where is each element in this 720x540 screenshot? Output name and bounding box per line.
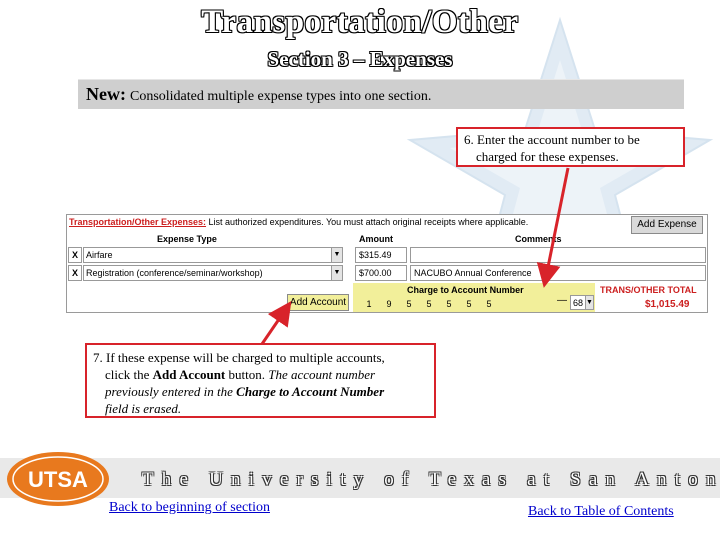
add-account-button[interactable]: Add Account (287, 294, 349, 311)
amount-input[interactable]: $700.00 (355, 265, 407, 281)
account-digit[interactable]: 5 (399, 297, 419, 311)
expense-form: Transportation/Other Expenses: List auth… (66, 214, 708, 313)
comments-input[interactable] (410, 247, 706, 263)
expense-type-select[interactable]: Airfare ▼ (83, 247, 343, 263)
callout-bold-text: Add Account (152, 367, 226, 382)
back-to-contents-link[interactable]: Back to Table of Contents (528, 504, 674, 520)
callout-step-7-line4: field is erased. (93, 400, 428, 417)
callout-italic-text: The account number (268, 367, 376, 382)
callout-step-7: 7. If these expense will be charged to m… (85, 343, 436, 418)
form-heading-label: Transportation/Other Expenses: (69, 217, 207, 227)
account-digit[interactable]: 5 (439, 297, 459, 311)
logo-text: UTSA (28, 467, 88, 492)
column-header-amount: Amount (359, 234, 393, 244)
account-number-label: Charge to Account Number (407, 285, 524, 295)
callout-text: button. (225, 367, 269, 382)
utsa-logo: UTSA (7, 452, 109, 506)
banner-text: Consolidated multiple expense types into… (129, 89, 432, 104)
new-feature-banner: New: Consolidated multiple expense types… (78, 79, 684, 109)
callout-step-7-line1: 7. If these expense will be charged to m… (93, 350, 385, 365)
account-suffix-select[interactable]: 68 ▼ (570, 295, 594, 310)
column-header-expense-type: Expense Type (157, 234, 217, 244)
account-suffix-value: 68 (573, 298, 584, 308)
total-label: TRANS/OTHER TOTAL (600, 285, 697, 295)
callout-text: click the (105, 367, 153, 382)
account-digit[interactable]: 1 (359, 297, 379, 311)
callout-italic-text: previously entered in the (105, 384, 237, 399)
account-dash: — (557, 295, 567, 306)
account-digit[interactable]: 9 (379, 297, 399, 311)
remove-row-button[interactable]: X (68, 265, 82, 281)
banner-label: New: (86, 84, 126, 104)
form-heading: Transportation/Other Expenses: List auth… (69, 217, 528, 227)
expense-type-value: Airfare (86, 250, 113, 260)
chevron-down-icon: ▼ (585, 296, 593, 309)
page-subtitle: Section 3 – Expenses (267, 47, 453, 71)
callout-step-7-line3: previously entered in the Charge to Acco… (93, 383, 428, 400)
account-digit[interactable]: 5 (479, 297, 499, 311)
add-expense-button[interactable]: Add Expense (631, 216, 703, 234)
account-digit[interactable]: 5 (459, 297, 479, 311)
callout-step-6-line2: charged for these expenses. (476, 149, 619, 164)
amount-input[interactable]: $315.49 (355, 247, 407, 263)
chevron-down-icon: ▼ (331, 266, 342, 280)
back-to-section-link[interactable]: Back to beginning of section (109, 500, 270, 516)
account-number-digits[interactable]: 1 9 5 5 5 5 5 (359, 297, 499, 311)
page-title: Transportation/Other (201, 4, 519, 40)
university-name: The University of Texas at San Antonio (142, 469, 720, 490)
callout-step-6: 6. Enter the account number to be charge… (456, 127, 685, 167)
expense-type-value: Registration (conference/seminar/worksho… (86, 268, 263, 278)
comments-input[interactable]: NACUBO Annual Conference (410, 265, 706, 281)
form-heading-text: List authorized expenditures. You must a… (208, 217, 529, 227)
callout-bold-italic-text: Charge to Account Number (236, 384, 385, 399)
expense-type-select[interactable]: Registration (conference/seminar/worksho… (83, 265, 343, 281)
callout-italic-text: field is erased. (105, 401, 182, 416)
remove-row-button[interactable]: X (68, 247, 82, 263)
callout-step-7-line2: click the Add Account button. The accoun… (93, 366, 428, 383)
column-header-comments: Comments (515, 234, 562, 244)
callout-step-6-line1: 6. Enter the account number to be (464, 132, 640, 147)
chevron-down-icon: ▼ (331, 248, 342, 262)
total-value: $1,015.49 (645, 299, 690, 310)
account-digit[interactable]: 5 (419, 297, 439, 311)
